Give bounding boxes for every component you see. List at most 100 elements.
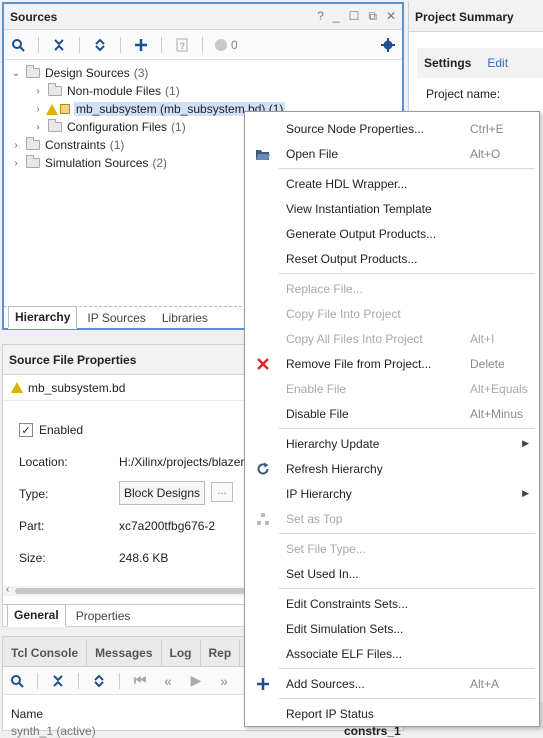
- size-value: 248.6 KB: [119, 551, 169, 565]
- menu-item-set-used-in[interactable]: Set Used In...: [245, 561, 539, 586]
- hierarchy-icon: [253, 509, 273, 529]
- tab-hierarchy[interactable]: Hierarchy: [8, 306, 78, 329]
- help-icon[interactable]: ?: [317, 9, 324, 24]
- type-value: Block Designs: [119, 481, 206, 505]
- open-folder-icon: [253, 144, 273, 164]
- name-column-header: Name: [11, 707, 44, 721]
- menu-item-ip-hierarchy[interactable]: IP Hierarchy ▶: [245, 481, 539, 506]
- tab-libraries[interactable]: Libraries: [156, 308, 214, 328]
- menu-item-label: Open File: [286, 146, 339, 161]
- menu-item-open-file[interactable]: Open File Alt+O: [245, 141, 539, 166]
- tab-properties[interactable]: Properties: [70, 606, 137, 626]
- tree-item-non-module-files[interactable]: › Non-module Files (1): [4, 82, 402, 100]
- menu-item-label: Disable File: [286, 406, 349, 421]
- menu-item-replace-file[interactable]: Replace File...: [245, 276, 539, 301]
- edit-link[interactable]: Edit: [487, 56, 508, 70]
- enabled-checkbox[interactable]: ✓: [19, 423, 33, 437]
- tab-reports[interactable]: Rep: [201, 640, 241, 666]
- part-label: Part:: [19, 519, 45, 533]
- chevron-right-icon[interactable]: ›: [32, 122, 44, 133]
- chevron-right-icon[interactable]: ›: [32, 104, 44, 115]
- minimize-icon[interactable]: _: [333, 9, 340, 24]
- menu-separator: [279, 428, 535, 429]
- block-design-icon: [60, 104, 70, 114]
- first-icon[interactable]: ⏮: [132, 672, 148, 689]
- tree-item-label: Configuration Files: [67, 120, 168, 134]
- menu-item-source-node-properties[interactable]: Source Node Properties... Ctrl+E: [245, 116, 539, 141]
- chevron-down-icon[interactable]: ⌄: [10, 68, 22, 79]
- enabled-label: Enabled: [39, 423, 84, 437]
- menu-item-remove-file[interactable]: Remove File from Project... Delete: [245, 351, 539, 376]
- float-icon[interactable]: ⧉: [368, 9, 377, 24]
- menu-item-enable-file[interactable]: Enable File Alt+Equals: [245, 376, 539, 401]
- menu-item-label: Reset Output Products...: [286, 251, 418, 266]
- menu-item-report-ip-status[interactable]: Report IP Status: [245, 701, 539, 726]
- menu-item-shortcut: Alt+O: [470, 146, 501, 161]
- menu-item-add-sources[interactable]: Add Sources... Alt+A: [245, 671, 539, 696]
- run-row[interactable]: synth_1 (active): [11, 724, 96, 738]
- search-icon[interactable]: [9, 673, 25, 689]
- folder-icon: [26, 155, 40, 168]
- menu-item-edit-constraints-sets[interactable]: Edit Constraints Sets...: [245, 591, 539, 616]
- menu-item-reset-output-products[interactable]: Reset Output Products...: [245, 246, 539, 271]
- folder-icon: [26, 137, 40, 150]
- menu-item-refresh-hierarchy[interactable]: Refresh Hierarchy: [245, 456, 539, 481]
- close-icon[interactable]: ✕: [386, 9, 396, 24]
- menu-item-copy-all-files-into-project[interactable]: Copy All Files Into Project Alt+I: [245, 326, 539, 351]
- expand-all-icon[interactable]: [91, 673, 107, 689]
- menu-item-associate-elf-files[interactable]: Associate ELF Files...: [245, 641, 539, 666]
- menu-item-hierarchy-update[interactable]: Hierarchy Update ▶: [245, 431, 539, 456]
- tab-tcl-console[interactable]: Tcl Console: [3, 640, 88, 666]
- menu-item-edit-simulation-sets[interactable]: Edit Simulation Sets...: [245, 616, 539, 641]
- warning-icon: [11, 382, 23, 393]
- previous-icon[interactable]: «: [160, 673, 176, 689]
- tree-item-design-sources[interactable]: ⌄ Design Sources (3): [4, 64, 402, 82]
- menu-item-set-as-top[interactable]: Set as Top: [245, 506, 539, 531]
- enabled-checkbox-row[interactable]: ✓ Enabled: [19, 423, 83, 437]
- menu-item-create-hdl-wrapper[interactable]: Create HDL Wrapper...: [245, 171, 539, 196]
- file-name: mb_subsystem.bd: [28, 380, 126, 395]
- menu-item-label: Generate Output Products...: [286, 226, 437, 241]
- menu-item-label: Copy All Files Into Project: [286, 331, 423, 346]
- expand-all-icon[interactable]: [92, 37, 108, 53]
- location-value: H:/Xilinx/projects/blazer: [119, 455, 245, 469]
- warning-icon: [46, 103, 58, 115]
- tab-ip-sources[interactable]: IP Sources: [81, 308, 151, 328]
- menu-item-label: Refresh Hierarchy: [286, 461, 383, 476]
- menu-item-copy-file-into-project[interactable]: Copy File Into Project: [245, 301, 539, 326]
- add-icon[interactable]: [133, 37, 149, 53]
- menu-item-generate-output-products[interactable]: Generate Output Products...: [245, 221, 539, 246]
- gear-icon[interactable]: [380, 37, 396, 53]
- scroll-left-icon[interactable]: ‹: [6, 584, 9, 595]
- menu-item-label: Edit Simulation Sets...: [286, 621, 404, 636]
- menu-item-shortcut: Alt+Equals: [470, 381, 528, 396]
- maximize-icon[interactable]: ☐: [349, 9, 360, 24]
- menu-item-set-file-type[interactable]: Set File Type...: [245, 536, 539, 561]
- next-icon[interactable]: »: [216, 673, 232, 689]
- menu-item-label: Edit Constraints Sets...: [286, 596, 409, 611]
- chevron-right-icon[interactable]: ›: [32, 86, 44, 97]
- status-circle-icon: [215, 38, 227, 51]
- properties-icon[interactable]: ?: [174, 37, 190, 53]
- project-name-label: Project name:: [426, 87, 501, 101]
- search-icon[interactable]: [10, 37, 26, 53]
- menu-item-label: Copy File Into Project: [286, 306, 401, 321]
- menu-item-disable-file[interactable]: Disable File Alt+Minus: [245, 401, 539, 426]
- scrollbar-thumb[interactable]: [15, 588, 245, 594]
- tab-general[interactable]: General: [7, 604, 66, 627]
- chevron-right-icon[interactable]: ›: [10, 158, 22, 169]
- chevron-right-icon[interactable]: ›: [10, 140, 22, 151]
- folder-icon: [26, 65, 40, 78]
- menu-item-shortcut: Alt+Minus: [470, 406, 524, 421]
- menu-item-view-instantiation-template[interactable]: View Instantiation Template: [245, 196, 539, 221]
- tree-item-count: (1): [171, 120, 186, 134]
- tab-messages[interactable]: Messages: [87, 640, 162, 666]
- run-icon[interactable]: ▶: [188, 672, 204, 689]
- collapse-all-icon[interactable]: [51, 37, 67, 53]
- tab-log[interactable]: Log: [162, 640, 201, 666]
- menu-item-shortcut: Ctrl+E: [470, 121, 504, 136]
- add-icon: [253, 674, 273, 694]
- menu-item-label: Source Node Properties...: [286, 121, 425, 136]
- type-browse-button[interactable]: ...: [211, 482, 233, 502]
- collapse-all-icon[interactable]: [50, 673, 66, 689]
